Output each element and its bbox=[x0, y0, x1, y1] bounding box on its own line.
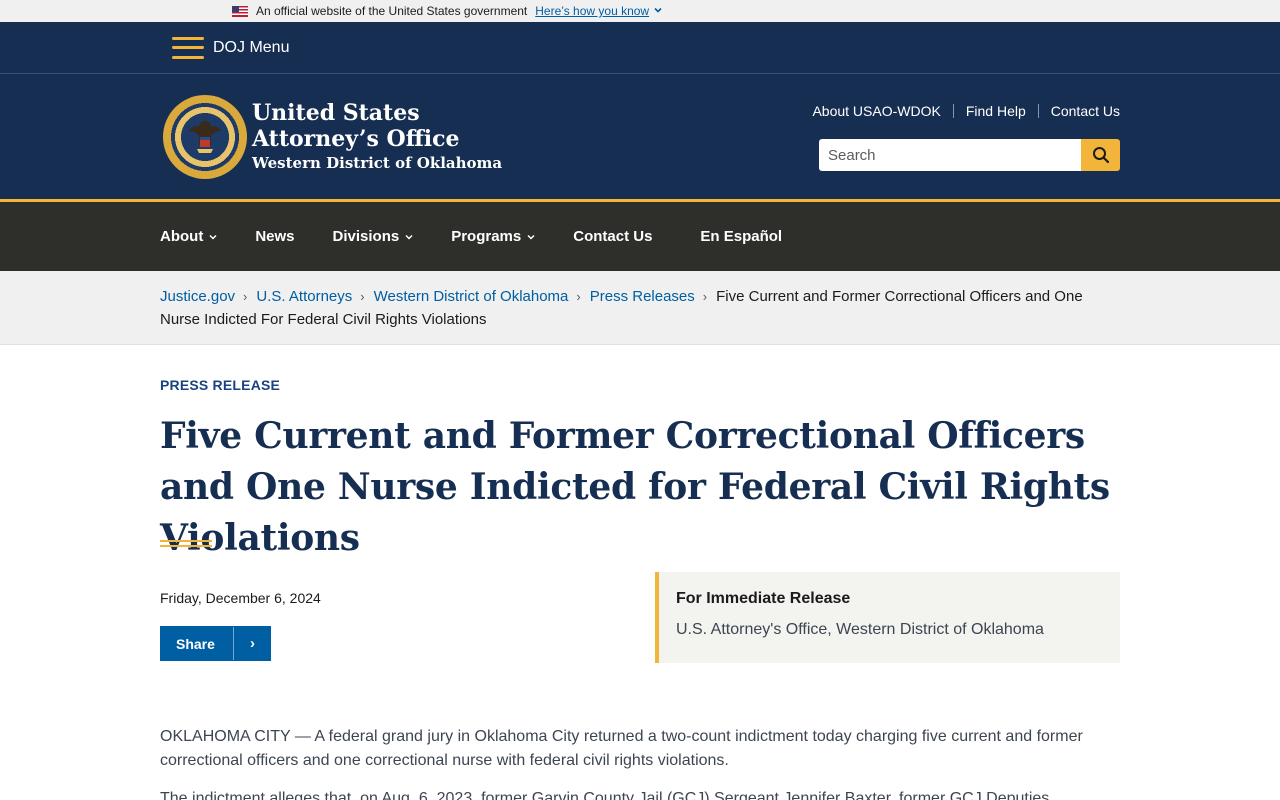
nav-contact-us-label: Contact Us bbox=[573, 228, 653, 245]
title-divider bbox=[160, 540, 212, 547]
chevron-right-icon: › bbox=[576, 289, 581, 304]
article-paragraph: OKLAHOMA CITY — A federal grand jury in … bbox=[160, 728, 1083, 769]
nav-en-espanol-label: En Español bbox=[700, 228, 783, 245]
doj-menu-button[interactable]: DOJ Menu bbox=[172, 36, 290, 59]
chevron-right-icon: › bbox=[250, 635, 255, 652]
chevron-down-icon bbox=[209, 234, 217, 240]
search-icon bbox=[1092, 147, 1109, 164]
divider bbox=[1037, 104, 1039, 118]
heres-how-you-know-link[interactable]: Here’s how you know bbox=[535, 4, 663, 18]
release-office: U.S. Attorney's Office, Western District… bbox=[676, 621, 1044, 638]
find-help-link[interactable]: Find Help bbox=[966, 103, 1026, 119]
search-button[interactable] bbox=[1081, 139, 1120, 171]
site-title-line1: United States bbox=[252, 100, 420, 126]
article-paragraph: The indictment alleges that, on Aug. 6, … bbox=[160, 790, 1050, 800]
search-input[interactable] bbox=[819, 139, 1081, 171]
search-form bbox=[819, 139, 1120, 171]
site-title-district: Western District of Oklahoma bbox=[252, 154, 503, 172]
divider bbox=[952, 104, 954, 118]
breadcrumb: Justice.gov › U.S. Attorneys › Western Distr… bbox=[160, 285, 1120, 331]
chevron-right-icon: › bbox=[360, 289, 365, 304]
nav-about-label: About bbox=[160, 228, 204, 245]
chevron-right-icon: › bbox=[243, 289, 248, 304]
primary-nav: About News Divisions Programs Contact Us… bbox=[0, 199, 1280, 271]
release-date: Friday, December 6, 2024 bbox=[160, 590, 321, 606]
share-button[interactable]: Share › bbox=[160, 626, 271, 661]
about-usao-link[interactable]: About USAO-WDOK bbox=[812, 103, 940, 119]
utility-links: About USAO-WDOK Find Help Contact Us bbox=[812, 103, 1120, 119]
chevron-down-icon bbox=[654, 7, 662, 13]
release-info-box: For Immediate Release U.S. Attorney's Of… bbox=[655, 572, 1120, 663]
nav-divisions-label: Divisions bbox=[332, 228, 400, 245]
gov-banner-text: An official website of the United States… bbox=[256, 4, 528, 18]
page-title: Five Current and Former Correctional Off… bbox=[160, 415, 1110, 559]
site-title[interactable]: United States Attorney’s Office Western … bbox=[252, 100, 502, 174]
eagle-icon bbox=[189, 121, 221, 153]
chevron-down-icon bbox=[405, 234, 413, 240]
contact-us-util-link[interactable]: Contact Us bbox=[1051, 103, 1120, 119]
press-release-eyebrow: PRESS RELEASE bbox=[160, 377, 281, 393]
nav-programs-label: Programs bbox=[451, 228, 522, 245]
nav-news[interactable]: News bbox=[255, 228, 294, 245]
nav-contact-us[interactable]: Contact Us bbox=[573, 228, 652, 245]
nav-news-label: News bbox=[255, 228, 295, 245]
breadcrumb-us-attorneys[interactable]: U.S. Attorneys bbox=[256, 288, 352, 305]
article-body: OKLAHOMA CITY — A federal grand jury in … bbox=[160, 725, 1120, 800]
chevron-down-icon bbox=[527, 234, 535, 240]
breadcrumb-justice-gov[interactable]: Justice.gov bbox=[160, 288, 235, 305]
breadcrumb-press-releases[interactable]: Press Releases bbox=[590, 288, 695, 305]
gov-banner: An official website of the United States… bbox=[0, 0, 1280, 22]
chevron-right-icon: › bbox=[702, 289, 708, 304]
share-label: Share bbox=[176, 635, 215, 652]
doj-menu-bar: DOJ Menu bbox=[0, 22, 1280, 74]
nav-about[interactable]: About bbox=[160, 228, 217, 245]
nav-divisions[interactable]: Divisions bbox=[333, 228, 414, 245]
doj-seal-logo[interactable] bbox=[163, 95, 247, 179]
site-title-line2: Attorney’s Office bbox=[252, 126, 460, 152]
nav-en-espanol[interactable]: En Español bbox=[700, 228, 782, 245]
us-flag-icon bbox=[232, 5, 248, 17]
breadcrumb-western-district[interactable]: Western District of Oklahoma bbox=[374, 288, 569, 305]
doj-menu-label: DOJ Menu bbox=[213, 38, 290, 56]
breadcrumb-bar: Justice.gov › U.S. Attorneys › Western Distr… bbox=[0, 271, 1280, 345]
nav-programs[interactable]: Programs bbox=[451, 228, 535, 245]
hamburger-icon bbox=[172, 36, 204, 59]
release-heading: For Immediate Release bbox=[676, 590, 851, 607]
site-header: United States Attorney’s Office Western … bbox=[0, 74, 1280, 199]
heres-how-you-know-label[interactable]: Here’s how you know bbox=[535, 4, 649, 18]
